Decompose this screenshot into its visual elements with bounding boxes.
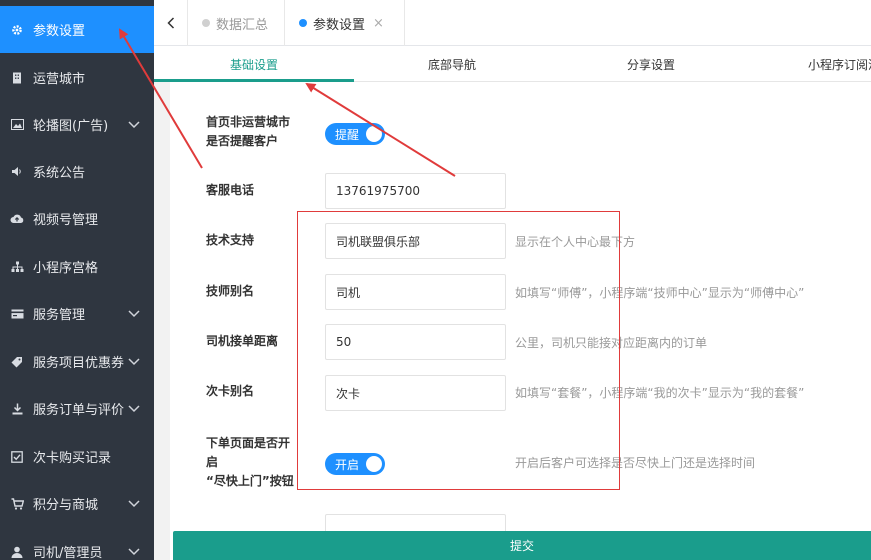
sidebar-item-announcement[interactable]: 系统公告 <box>0 148 154 195</box>
image-icon <box>10 118 24 132</box>
sidebar-item-label: 系统公告 <box>33 166 86 181</box>
sidebar-item-label: 轮播图(广告) <box>33 119 109 134</box>
tech-support-input[interactable]: 司机联盟俱乐部 <box>325 223 506 259</box>
tab-scroll-left-button[interactable] <box>154 0 188 46</box>
service-phone-input[interactable]: 13761975700 <box>325 173 506 209</box>
field-label-noncity-remind: 首页非运营城市 是否提醒客户 <box>206 115 291 148</box>
sidebar-item-label: 小程序宫格 <box>33 261 99 276</box>
sidebar-item-label: 服务项目优惠券 <box>33 356 125 371</box>
sidebar-item-grid[interactable]: 小程序宫格 <box>0 243 154 290</box>
sidebar-item-label: 运营城市 <box>33 72 86 87</box>
sidebar-item-label: 视频号管理 <box>33 213 99 228</box>
switch-knob <box>366 456 382 472</box>
subtab-bottom-nav[interactable]: 底部导航 <box>352 46 552 82</box>
sidebar-item-video[interactable]: 视频号管理 <box>0 195 154 242</box>
chevron-left-icon <box>166 17 174 29</box>
tab-data-summary[interactable]: 数据汇总 <box>202 0 268 46</box>
building-icon <box>10 71 24 85</box>
sidebar-item-label: 司机/管理员 <box>33 546 103 560</box>
cloud-upload-icon <box>10 212 24 226</box>
switch-label: 提醒 <box>335 127 360 142</box>
tech-alias-hint: 如填写“师傅”，小程序端“技师中心”显示为“师傅中心” <box>515 286 805 300</box>
chevron-down-icon <box>128 358 140 366</box>
cart-icon <box>10 497 24 511</box>
asap-button-hint: 开启后客户可选择是否尽快上门还是选择时间 <box>515 456 756 470</box>
field-label-service-phone: 客服电话 <box>206 183 255 197</box>
sidebar-item-points-mall[interactable]: 积分与商城 <box>0 480 154 527</box>
sidebar: 参数设置 运营城市 轮播图(广告) 系统公告 视频号管理 小程序宫格 服务管理 … <box>0 0 154 560</box>
card-alias-input[interactable]: 次卡 <box>325 375 506 411</box>
tab-dot-icon <box>299 19 307 27</box>
card-icon <box>10 307 24 321</box>
asap-button-switch[interactable]: 开启 <box>325 453 385 475</box>
sidebar-item-coupon[interactable]: 服务项目优惠券 <box>0 338 154 385</box>
order-distance-input[interactable]: 50 <box>325 324 506 360</box>
user-icon <box>10 545 24 559</box>
settings-form: 首页非运营城市 是否提醒客户 提醒 客服电话 13761975700 技术支持 … <box>170 82 871 560</box>
sidebar-item-orders[interactable]: 服务订单与评价 <box>0 385 154 432</box>
field-label-tech-alias: 技师别名 <box>206 284 255 298</box>
field-label-asap-button: 下单页面是否开 启 “尽快上门”按钮 <box>206 436 294 488</box>
chevron-down-icon <box>128 121 140 129</box>
sidebar-item-label: 参数设置 <box>33 24 86 39</box>
switch-label: 开启 <box>335 457 360 472</box>
speaker-icon <box>10 165 24 179</box>
tab-params-settings[interactable]: 参数设置 × <box>284 0 405 46</box>
sidebar-item-label: 服务订单与评价 <box>33 403 125 418</box>
chevron-down-icon <box>128 310 140 318</box>
chevron-down-icon <box>128 405 140 413</box>
sidebar-item-label: 服务管理 <box>33 308 86 323</box>
subtab-share[interactable]: 分享设置 <box>551 46 751 82</box>
field-label-card-alias: 次卡别名 <box>206 384 255 398</box>
sidebar-item-card-records[interactable]: 次卡购买记录 <box>0 433 154 480</box>
tab-dot-icon <box>202 19 210 27</box>
tab-label: 数据汇总 <box>216 17 269 33</box>
order-distance-hint: 公里，司机只能接对应距离内的订单 <box>515 336 708 350</box>
tech-alias-input[interactable]: 司机 <box>325 274 506 310</box>
sitemap-icon <box>10 260 24 274</box>
content-area: 首页非运营城市 是否提醒客户 提醒 客服电话 13761975700 技术支持 … <box>154 82 871 560</box>
sidebar-item-service[interactable]: 服务管理 <box>0 290 154 337</box>
field-label-order-distance: 司机接单距离 <box>206 334 279 348</box>
submit-button[interactable]: 提交 <box>173 531 871 560</box>
chevron-down-icon <box>128 500 140 508</box>
tab-label: 参数设置 <box>313 17 366 33</box>
tech-support-hint: 显示在个人中心最下方 <box>515 235 636 249</box>
settings-subtabs: 基础设置 底部导航 分享设置 小程序订阅消 <box>154 46 871 82</box>
tab-bar: 数据汇总 参数设置 × <box>154 0 871 46</box>
card-alias-hint: 如填写“套餐”，小程序端“我的次卡”显示为“我的套餐” <box>515 386 805 400</box>
sidebar-item-drivers[interactable]: 司机/管理员 <box>0 528 154 560</box>
sidebar-item-banner[interactable]: 轮播图(广告) <box>0 101 154 148</box>
switch-knob <box>366 126 382 142</box>
chevron-down-icon <box>128 548 140 556</box>
subtab-mini-subscribe[interactable]: 小程序订阅消 <box>751 46 871 82</box>
sidebar-item-params[interactable]: 参数设置 <box>0 6 154 53</box>
field-label-tech-support: 技术支持 <box>206 233 255 247</box>
download-icon <box>10 402 24 416</box>
sidebar-item-cities[interactable]: 运营城市 <box>0 54 154 101</box>
sidebar-item-label: 次卡购买记录 <box>33 451 112 466</box>
noncity-remind-switch[interactable]: 提醒 <box>325 123 385 145</box>
tag-icon <box>10 355 24 369</box>
subtab-basic[interactable]: 基础设置 <box>154 46 354 82</box>
check-square-icon <box>10 450 24 464</box>
close-icon[interactable]: × <box>373 16 384 31</box>
gear-icon <box>10 23 24 37</box>
sidebar-item-label: 积分与商城 <box>33 498 99 513</box>
